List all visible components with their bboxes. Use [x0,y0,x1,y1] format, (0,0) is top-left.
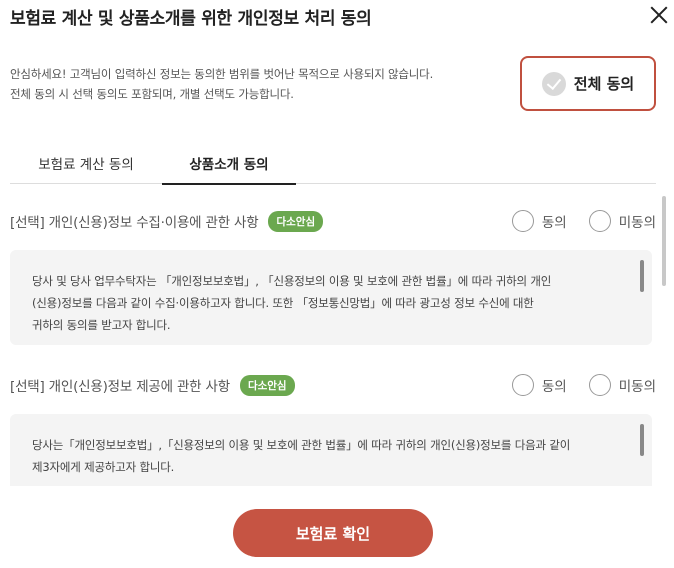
intro-text: 안심하세요! 고객님이 입력하신 정보는 동의한 범위를 벗어난 목적으로 사용… [10,64,433,104]
check-icon [541,71,566,96]
close-icon[interactable] [650,6,668,24]
radio-circle-icon[interactable] [588,210,611,232]
radio-circle-icon[interactable] [588,374,611,396]
consent-section-header: [선택] 개인(신용)정보 수집·이용에 관한 사항 다소안심 동의 미동의 [10,208,656,234]
consent-text-line: (신용)정보를 다음과 같이 수집·이용하고자 합니다. 또한 「정보통신망법」… [32,296,534,310]
consent-text-box[interactable]: 당사는「개인정보보호법」,「신용정보의 이용 및 보호에 관한 법률」에 따라 … [10,414,652,486]
intro-line: 안심하세요! 고객님이 입력하신 정보는 동의한 범위를 벗어난 목적으로 사용… [10,67,434,81]
inner-scrollbar[interactable] [640,260,644,292]
disagree-radio[interactable]: 미동의 [588,210,656,232]
radio-label: 미동의 [618,215,656,231]
inner-scrollbar[interactable] [640,424,644,456]
consent-section-header: [선택] 개인(신용)정보 제공에 관한 사항 다소안심 동의 미동의 [10,372,656,398]
radio-label: 미동의 [618,379,656,395]
agree-radio[interactable]: 동의 [511,210,567,232]
safety-badge: 다소안심 [239,374,295,396]
radio-label: 동의 [541,215,567,231]
disagree-radio[interactable]: 미동의 [588,374,656,396]
consent-text-line: 당사 및 당사 업무수탁자는 「개인정보보호법」, 「신용정보의 이용 및 보호… [32,274,552,288]
agree-radio[interactable]: 동의 [511,374,567,396]
consent-scroll-area[interactable]: [선택] 개인(신용)정보 수집·이용에 관한 사항 다소안심 동의 미동의 당… [10,190,670,486]
radio-label: 동의 [541,379,567,395]
safety-badge: 다소안심 [268,210,324,232]
consent-text-line: 귀하의 동의를 받고자 합니다. [32,318,171,332]
section-title: [선택] 개인(신용)정보 제공에 관한 사항 [10,379,230,395]
premium-confirm-button[interactable]: 보험료 확인 [233,509,433,557]
all-agree-button[interactable]: 전체 동의 [520,56,656,111]
scrollbar[interactable] [662,196,666,286]
consent-text-line: 제3자에게 제공하고자 합니다. [32,460,175,474]
radio-circle-icon[interactable] [511,374,534,396]
intro-line: 전체 동의 시 선택 동의도 포함되며, 개별 선택도 가능합니다. [10,87,294,101]
tab-bar: 보험료 계산 동의 상품소개 동의 [10,142,656,185]
tab-premium-calculation[interactable]: 보험료 계산 동의 [10,142,162,184]
section-title: [선택] 개인(신용)정보 수집·이용에 관한 사항 [10,215,259,231]
radio-circle-icon[interactable] [511,210,534,232]
tab-product-introduction[interactable]: 상품소개 동의 [162,142,296,185]
page-title: 보험료 계산 및 상품소개를 위한 개인정보 처리 동의 [10,9,372,29]
consent-text-box[interactable]: 당사 및 당사 업무수탁자는 「개인정보보호법」, 「신용정보의 이용 및 보호… [10,250,652,345]
agree-radio-group: 동의 미동의 [498,208,656,234]
agree-radio-group: 동의 미동의 [498,372,656,398]
all-agree-label: 전체 동의 [573,75,635,93]
consent-text-line: 당사는「개인정보보호법」,「신용정보의 이용 및 보호에 관한 법률」에 따라 … [32,438,571,452]
